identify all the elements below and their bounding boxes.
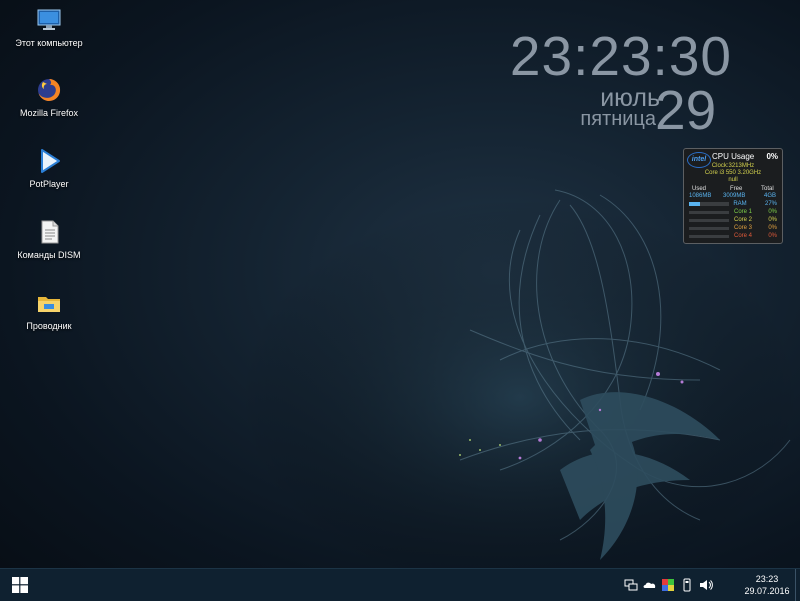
core-bar xyxy=(689,219,729,222)
firefox-icon xyxy=(38,78,61,101)
clock-date: 29 xyxy=(655,79,717,141)
clock-time: 23:23:30 xyxy=(509,25,732,87)
mem-used: 1086MB xyxy=(689,193,712,199)
core-label: Core 2 xyxy=(733,217,752,223)
ram-bar xyxy=(689,202,729,206)
color-icon[interactable] xyxy=(661,578,675,592)
mem-header-free: Free xyxy=(730,186,743,192)
desktop-icon-dism-commands[interactable]: Команды DISM xyxy=(4,218,94,260)
taskbar-clock[interactable]: 23:23 29.07.2016 xyxy=(742,573,792,597)
folder-icon xyxy=(38,297,60,312)
cpu-usage-gadget[interactable]: intel CPU Usage 0% Clock:3213MHz Core i3… xyxy=(683,148,783,244)
taskbar-time: 23:23 xyxy=(755,574,779,584)
core-bar xyxy=(689,211,729,214)
cpu-usage-percent: 0% xyxy=(766,152,778,161)
desktop-icon-label: Проводник xyxy=(26,321,72,331)
desktop-icon-explorer[interactable]: Проводник xyxy=(4,289,94,331)
core-label: Core 4 xyxy=(733,233,752,239)
windows-logo-icon xyxy=(12,577,28,593)
volume-icon[interactable] xyxy=(699,578,713,592)
desktop-icon-label: Команды DISM xyxy=(17,250,81,260)
taskbar: 23:23 29.07.2016 xyxy=(0,568,800,601)
network-icon[interactable] xyxy=(624,578,638,592)
desktop-icon-this-pc[interactable]: Этот компьютер xyxy=(4,6,94,48)
core-label: Core 1 xyxy=(733,209,752,215)
desktop-icon-label: Этот компьютер xyxy=(15,38,83,48)
desktop-icon-label: PotPlayer xyxy=(29,179,69,189)
mem-header-used: Used xyxy=(692,186,707,192)
ram-bar-fill xyxy=(689,202,700,206)
core-percent: 0% xyxy=(768,225,777,231)
usb-icon[interactable] xyxy=(680,578,694,592)
ram-label: RAM xyxy=(733,201,747,207)
core-label: Core 3 xyxy=(733,225,752,231)
mem-header-total: Total xyxy=(761,186,774,192)
core-bar xyxy=(689,227,729,230)
desktop-icon-firefox[interactable]: Mozilla Firefox xyxy=(4,76,94,118)
start-button[interactable] xyxy=(0,569,40,601)
show-desktop-button[interactable] xyxy=(795,569,800,601)
mem-total: 4GB xyxy=(764,193,777,199)
computer-icon xyxy=(37,9,61,30)
core-bar xyxy=(689,235,729,238)
cloud-icon[interactable] xyxy=(643,578,657,592)
clock-weekday: пятница xyxy=(580,108,656,130)
core-percent: 0% xyxy=(768,233,777,239)
ram-percent: 27% xyxy=(764,201,777,207)
desktop-icon-potplayer[interactable]: PotPlayer xyxy=(4,147,94,189)
cpu-model: Core i3 550 3.20GHz xyxy=(704,170,762,176)
desktop-icon-label: Mozilla Firefox xyxy=(19,108,78,118)
core-percent: 0% xyxy=(768,209,777,215)
cpu-title: CPU Usage xyxy=(712,152,755,161)
potplayer-icon xyxy=(41,149,60,173)
core-percent: 0% xyxy=(768,217,777,223)
mem-free: 3009MB xyxy=(723,193,746,199)
taskbar-date: 29.07.2016 xyxy=(744,586,790,596)
document-icon xyxy=(41,220,59,244)
cpu-extra: null xyxy=(728,177,738,183)
cpu-clock: Clock:3213MHz xyxy=(711,163,755,169)
